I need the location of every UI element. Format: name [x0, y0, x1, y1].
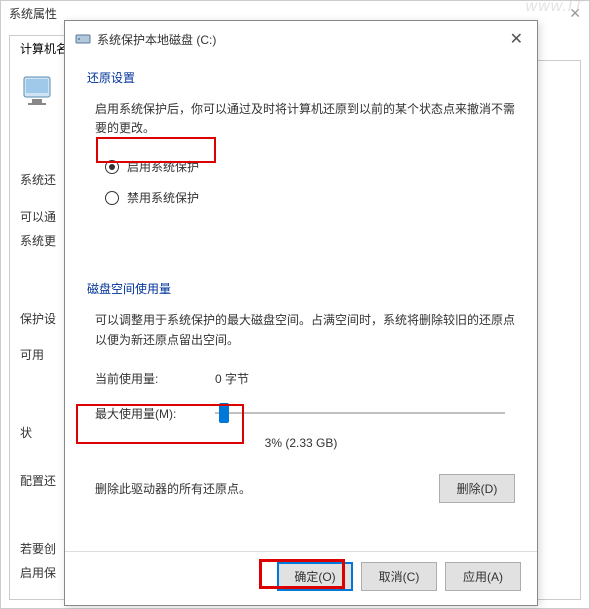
dialog-body: 还原设置 启用系统保护后，你可以通过及时将计算机还原到以前的某个状态点来撤消不需…: [65, 57, 537, 515]
current-usage-value: 0 字节: [215, 370, 249, 387]
dialog-title: 系统保护本地磁盘 (C:): [97, 31, 506, 48]
current-usage-label: 当前使用量:: [95, 370, 215, 387]
restore-heading: 还原设置: [87, 69, 515, 86]
slider-percent: 3% (2.33 GB): [87, 436, 515, 450]
delete-button[interactable]: 删除(D): [439, 474, 515, 503]
ok-button[interactable]: 确定(O): [277, 562, 353, 591]
slider-thumb[interactable]: [219, 403, 229, 423]
radio-enable-label: 启用系统保护: [127, 158, 199, 175]
max-usage-row: 最大使用量(M):: [95, 405, 515, 422]
delete-row: 删除此驱动器的所有还原点。 删除(D): [95, 474, 515, 503]
restore-desc: 启用系统保护后，你可以通过及时将计算机还原到以前的某个状态点来撤消不需要的更改。: [95, 100, 515, 138]
cancel-button[interactable]: 取消(C): [361, 562, 437, 591]
radio-icon: [105, 160, 119, 174]
close-icon[interactable]: ✕: [506, 29, 527, 49]
radio-disable-label: 禁用系统保护: [127, 189, 199, 206]
system-protection-dialog: 系统保护本地磁盘 (C:) ✕ 还原设置 启用系统保护后，你可以通过及时将计算机…: [64, 20, 538, 606]
apply-button[interactable]: 应用(A): [445, 562, 521, 591]
parent-title: 系统属性: [9, 7, 57, 21]
max-usage-label: 最大使用量(M):: [95, 405, 215, 422]
drive-icon: [75, 31, 91, 47]
radio-enable-protection[interactable]: 启用系统保护: [105, 158, 515, 175]
dialog-titlebar: 系统保护本地磁盘 (C:) ✕: [65, 21, 537, 57]
disk-desc: 可以调整用于系统保护的最大磁盘空间。占满空间时，系统将删除较旧的还原点以便为新还…: [95, 311, 515, 349]
radio-disable-protection[interactable]: 禁用系统保护: [105, 189, 515, 206]
disk-heading: 磁盘空间使用量: [87, 280, 515, 297]
dialog-footer: 确定(O) 取消(C) 应用(A): [65, 551, 537, 605]
restore-radio-group: 启用系统保护 禁用系统保护: [105, 158, 515, 206]
current-usage-row: 当前使用量: 0 字节: [95, 370, 515, 387]
max-usage-slider[interactable]: [215, 412, 505, 414]
system-protection-icon: [20, 71, 60, 111]
delete-text: 删除此驱动器的所有还原点。: [95, 480, 251, 497]
parent-close-icon[interactable]: ✕: [569, 5, 581, 22]
radio-icon: [105, 191, 119, 205]
